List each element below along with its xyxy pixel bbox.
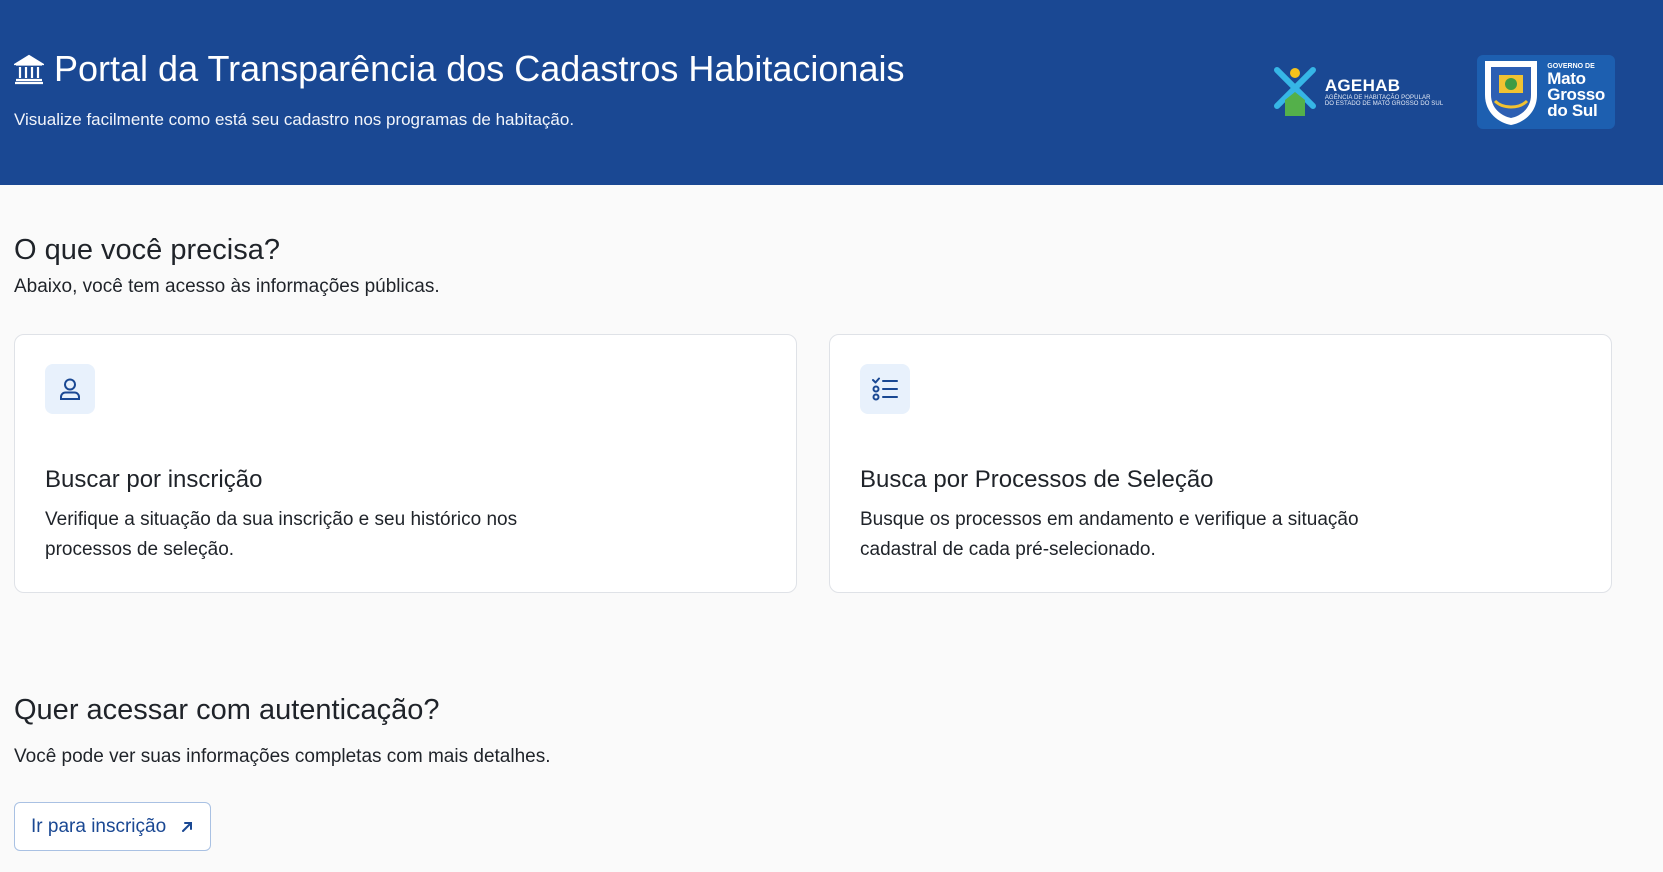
bank-icon xyxy=(14,53,44,85)
card-title: Busca por Processos de Seleção xyxy=(860,466,1214,493)
arrow-up-right-icon xyxy=(180,820,194,834)
header-title: Portal da Transparência dos Cadastros Ha… xyxy=(14,48,904,90)
state-name-line3: do Sul xyxy=(1547,101,1598,121)
checklist-icon xyxy=(860,364,910,414)
page-subtitle: Visualize facilmente como está seu cadas… xyxy=(14,110,575,129)
page-header: Portal da Transparência dos Cadastros Ha… xyxy=(0,0,1663,185)
agehab-logo: AGEHAB AGÊNCIA DE HABITAÇÃO POPULAR DO E… xyxy=(1273,66,1443,118)
auth-section-description: Você pode ver suas informações completas… xyxy=(14,746,551,767)
agehab-subtitle-line2: DO ESTADO DE MATO GROSSO DO SUL xyxy=(1324,100,1444,107)
button-label: Ir para inscrição xyxy=(31,815,167,837)
public-section-title: O que você precisa? xyxy=(14,234,280,266)
governo-ms-logo: GOVERNO DE Mato Grosso do Sul xyxy=(1477,55,1615,129)
agehab-emblem-icon xyxy=(1273,67,1316,116)
coat-of-arms-icon xyxy=(1485,61,1538,125)
agehab-name: AGEHAB xyxy=(1324,75,1401,95)
public-section-description: Abaixo, você tem acesso às informações p… xyxy=(14,276,440,297)
search-by-selection-process-card[interactable]: Busca por Processos de Seleção Busque os… xyxy=(829,334,1612,593)
card-title: Buscar por inscrição xyxy=(45,466,263,493)
card-description: Verifique a situação da sua inscrição e … xyxy=(45,509,518,560)
search-by-registration-card[interactable]: Buscar por inscrição Verifique a situaçã… xyxy=(14,334,797,593)
user-icon xyxy=(45,364,95,414)
go-to-registration-button[interactable]: Ir para inscrição xyxy=(14,802,212,851)
auth-section-title: Quer acessar com autenticação? xyxy=(14,694,440,726)
partner-logos: AGEHAB AGÊNCIA DE HABITAÇÃO POPULAR DO E… xyxy=(1273,55,1615,129)
card-description: Busque os processos em andamento e verif… xyxy=(860,509,1359,560)
page-title: Portal da Transparência dos Cadastros Ha… xyxy=(54,48,905,89)
